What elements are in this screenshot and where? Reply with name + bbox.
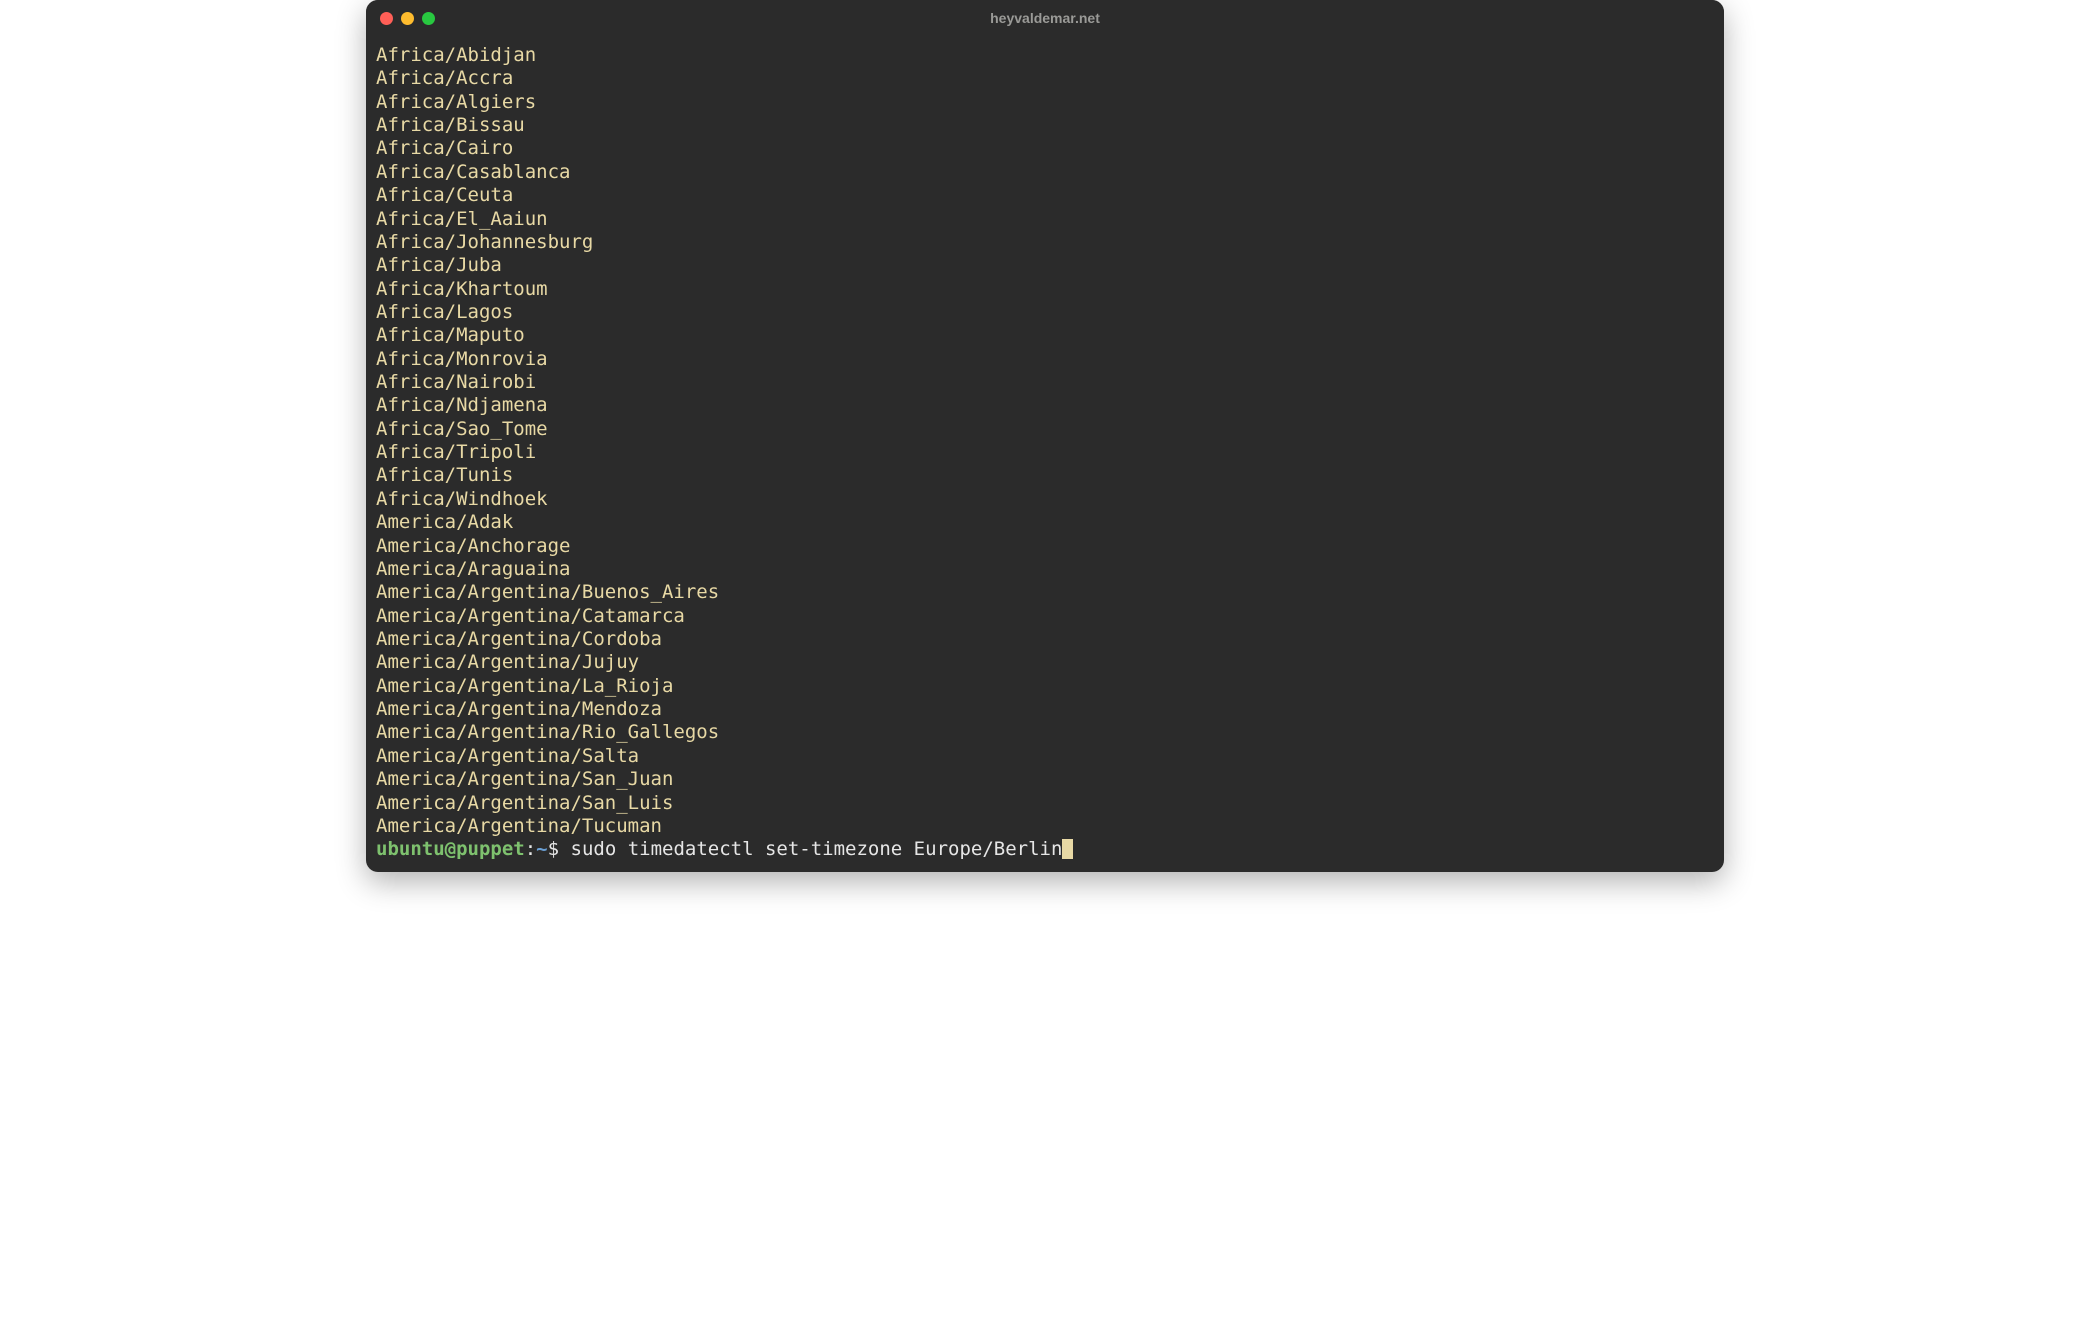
maximize-icon[interactable] (422, 12, 435, 25)
prompt-user-host: ubuntu@puppet (376, 838, 525, 860)
output-line: Africa/Nairobi (376, 371, 1714, 394)
output-line: Africa/Ceuta (376, 184, 1714, 207)
cursor-icon (1062, 839, 1073, 859)
output-line: America/Argentina/Catamarca (376, 605, 1714, 628)
output-line: Africa/Casablanca (376, 161, 1714, 184)
output-line: America/Argentina/Mendoza (376, 698, 1714, 721)
prompt-line: ubuntu@puppet:~$ sudo timedatectl set-ti… (376, 838, 1714, 861)
output-line: Africa/Johannesburg (376, 231, 1714, 254)
close-icon[interactable] (380, 12, 393, 25)
titlebar: heyvaldemar.net (366, 0, 1724, 36)
prompt-colon: : (525, 838, 536, 860)
output-line: Africa/Algiers (376, 91, 1714, 114)
prompt-path: ~ (536, 838, 547, 860)
output-line: Africa/Windhoek (376, 488, 1714, 511)
output-line: Africa/Bissau (376, 114, 1714, 137)
window-title: heyvaldemar.net (990, 10, 1100, 26)
prompt-dollar: $ (548, 838, 571, 860)
output-line: Africa/Accra (376, 67, 1714, 90)
output-line: America/Anchorage (376, 535, 1714, 558)
output-line: America/Argentina/Buenos_Aires (376, 581, 1714, 604)
output-line: America/Argentina/Salta (376, 745, 1714, 768)
output-line: America/Argentina/San_Juan (376, 768, 1714, 791)
minimize-icon[interactable] (401, 12, 414, 25)
terminal-window: heyvaldemar.net Africa/AbidjanAfrica/Acc… (366, 0, 1724, 872)
output-line: Africa/Khartoum (376, 278, 1714, 301)
command-input[interactable]: sudo timedatectl set-timezone Europe/Ber… (571, 838, 1063, 860)
output-line: America/Adak (376, 511, 1714, 534)
output-line: Africa/Tunis (376, 464, 1714, 487)
traffic-lights (380, 12, 435, 25)
output-line: America/Argentina/Jujuy (376, 651, 1714, 674)
output-line: Africa/Lagos (376, 301, 1714, 324)
output-line: Africa/Monrovia (376, 348, 1714, 371)
output-line: Africa/Abidjan (376, 44, 1714, 67)
output-line: America/Argentina/Rio_Gallegos (376, 721, 1714, 744)
output-line: America/Argentina/Cordoba (376, 628, 1714, 651)
output-line: America/Argentina/San_Luis (376, 792, 1714, 815)
output-line: Africa/Tripoli (376, 441, 1714, 464)
output-line: Africa/Sao_Tome (376, 418, 1714, 441)
terminal-body[interactable]: Africa/AbidjanAfrica/AccraAfrica/Algiers… (366, 36, 1724, 872)
output-line: Africa/Cairo (376, 137, 1714, 160)
output-line: America/Araguaina (376, 558, 1714, 581)
output-line: America/Argentina/La_Rioja (376, 675, 1714, 698)
output-line: Africa/Maputo (376, 324, 1714, 347)
output-line: Africa/Ndjamena (376, 394, 1714, 417)
output-line: Africa/Juba (376, 254, 1714, 277)
output-line: America/Argentina/Tucuman (376, 815, 1714, 838)
output-line: Africa/El_Aaiun (376, 208, 1714, 231)
